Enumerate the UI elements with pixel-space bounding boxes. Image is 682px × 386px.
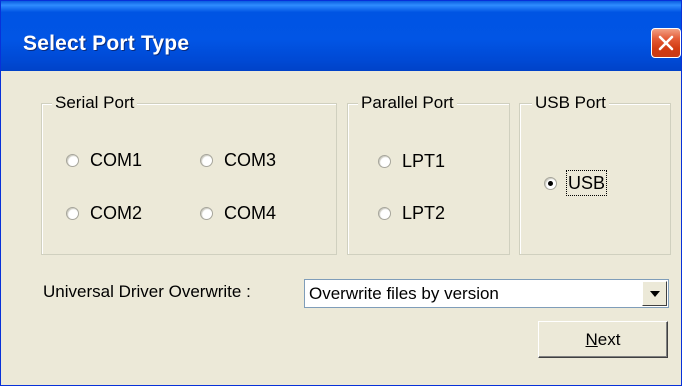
radio-com1-circle[interactable] xyxy=(66,153,79,167)
dropdown-button[interactable] xyxy=(642,281,667,306)
serial-port-group: Serial Port COM1 COM3 COM2 COM4 xyxy=(41,93,337,255)
next-button[interactable]: Next xyxy=(538,321,668,358)
parallel-port-group: Parallel Port LPT1 LPT2 xyxy=(347,93,510,255)
radio-com3[interactable]: COM3 xyxy=(200,149,276,171)
radio-lpt1[interactable]: LPT1 xyxy=(378,150,445,172)
close-icon xyxy=(658,35,674,51)
serial-port-group-label: Serial Port xyxy=(52,93,138,113)
radio-lpt2-label[interactable]: LPT2 xyxy=(402,202,445,224)
usb-port-group: USB Port USB xyxy=(519,93,671,255)
radio-lpt1-label[interactable]: LPT1 xyxy=(402,150,445,172)
driver-overwrite-label: Universal Driver Overwrite : xyxy=(43,282,251,301)
radio-com3-label[interactable]: COM3 xyxy=(224,149,276,171)
radio-lpt2-circle[interactable] xyxy=(378,206,391,220)
radio-com4[interactable]: COM4 xyxy=(200,202,276,224)
radio-com3-circle[interactable] xyxy=(200,153,213,167)
radio-lpt2[interactable]: LPT2 xyxy=(378,202,445,224)
radio-usb-label[interactable]: USB xyxy=(565,170,608,196)
next-button-mnemonic: N xyxy=(585,329,598,349)
driver-overwrite-select[interactable]: Overwrite files by version xyxy=(304,279,669,308)
window-title: Select Port Type xyxy=(23,32,190,55)
chevron-down-icon xyxy=(650,291,660,297)
radio-com2[interactable]: COM2 xyxy=(66,202,142,224)
radio-com1-label[interactable]: COM1 xyxy=(90,149,142,171)
radio-com1[interactable]: COM1 xyxy=(66,149,142,171)
parallel-port-group-label: Parallel Port xyxy=(358,93,457,113)
radio-com2-label[interactable]: COM2 xyxy=(90,202,142,224)
close-button[interactable] xyxy=(651,28,681,58)
usb-port-group-label: USB Port xyxy=(532,93,609,113)
next-button-label: ext xyxy=(597,329,621,349)
radio-com4-circle[interactable] xyxy=(200,206,213,220)
radio-usb[interactable]: USB xyxy=(544,170,608,196)
radio-usb-circle[interactable] xyxy=(544,176,557,190)
select-port-type-dialog: Select Port Type Serial Port COM1 COM3 C… xyxy=(0,0,682,386)
radio-lpt1-circle[interactable] xyxy=(378,154,391,168)
radio-com4-label[interactable]: COM4 xyxy=(224,202,276,224)
driver-overwrite-value[interactable]: Overwrite files by version xyxy=(309,283,499,305)
title-bar: Select Port Type xyxy=(1,1,681,71)
radio-com2-circle[interactable] xyxy=(66,206,79,220)
